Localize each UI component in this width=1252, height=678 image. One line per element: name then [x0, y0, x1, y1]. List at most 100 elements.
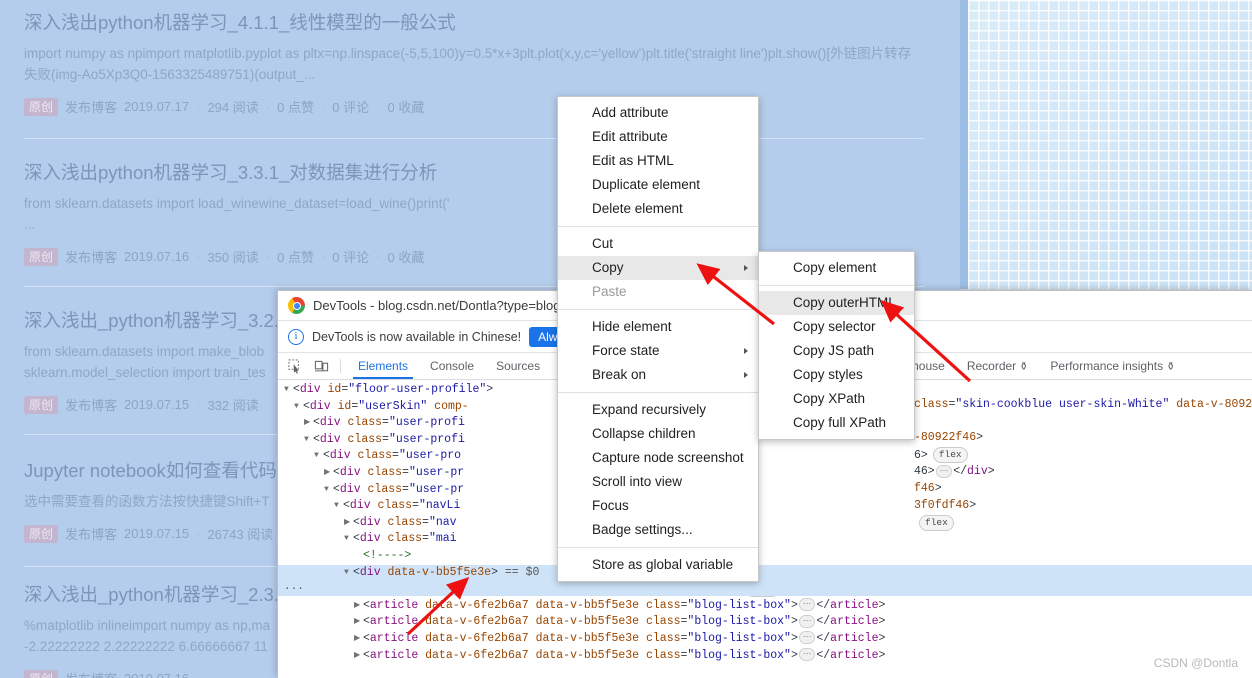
tab-label: Sources — [496, 359, 541, 373]
dom-tree-node[interactable]: <!----> — [278, 548, 1252, 565]
dom-tree-node[interactable]: ▶ <article data-v-6fe2b6a7 data-v-bb5f5e3… — [278, 598, 1252, 615]
tab-label: Console — [430, 359, 475, 373]
dom-tree-node[interactable]: ▼ <div class="mai — [278, 531, 1252, 548]
disclosure-triangle-closed-icon[interactable]: ▶ — [354, 648, 363, 665]
article-description: import numpy as npimport matplotlib.pypl… — [24, 43, 936, 85]
menu-item-add-attribute[interactable]: Add attribute — [558, 101, 758, 125]
menu-item-label: Scroll into view — [592, 474, 683, 489]
menu-item-delete-element[interactable]: Delete element — [558, 197, 758, 221]
meta-separator: · — [196, 397, 201, 412]
article-description-line2: -2.22222222 2.22222222 6.66666667 11 — [24, 639, 268, 654]
menu-item-edit-attribute[interactable]: Edit attribute — [558, 125, 758, 149]
menu-item-break-on[interactable]: Break on — [558, 363, 758, 387]
publish-date: 2019.07.17 — [124, 99, 190, 114]
tab-console[interactable]: Console — [419, 353, 485, 379]
tab-elements[interactable]: Elements — [347, 353, 419, 379]
submenu-item-copy-element[interactable]: Copy element — [759, 256, 914, 280]
dom-tree-node[interactable]: ▶ <article data-v-6fe2b6a7 data-v-bb5f5e3… — [278, 648, 1252, 665]
publish-label: 发布博客 — [65, 250, 118, 265]
read-count: 350 阅读 — [207, 250, 259, 265]
meta-separator: · — [376, 99, 381, 114]
disclosure-triangle-closed-icon[interactable]: ▶ — [354, 598, 363, 615]
tab-sources[interactable]: Sources — [485, 353, 551, 379]
submenu-item-copy-selector[interactable]: Copy selector — [759, 315, 914, 339]
dom-tree-node[interactable]: ▼ <div class="user-pr — [278, 482, 1252, 499]
menu-item-cut[interactable]: Cut — [558, 232, 758, 256]
dom-tree-node[interactable]: ▼ <div class="navLi — [278, 498, 1252, 515]
blog-article[interactable]: 深入浅出python机器学习_4.1.1_线性模型的一般公式 import nu… — [0, 10, 960, 116]
menu-item-label: Copy styles — [793, 367, 863, 382]
menu-item-collapse-children[interactable]: Collapse children — [558, 422, 758, 446]
toolbar-divider — [340, 359, 341, 373]
tab-recorder[interactable]: Recorder ⚱ — [956, 353, 1040, 379]
dom-tree-node[interactable]: ▶ <article data-v-6fe2b6a7 data-v-bb5f5e3… — [278, 614, 1252, 631]
menu-item-hide-element[interactable]: Hide element — [558, 315, 758, 339]
menu-item-focus[interactable]: Focus — [558, 494, 758, 518]
meta-separator: · — [196, 249, 201, 264]
submenu-item-copy-outerhtml[interactable]: Copy outerHTML — [759, 291, 914, 315]
disclosure-triangle-closed-icon[interactable]: ▶ — [304, 415, 313, 432]
tab-performance-insights[interactable]: Performance insights ⚱ — [1039, 353, 1186, 379]
menu-item-expand-recursively[interactable]: Expand recursively — [558, 398, 758, 422]
submenu-item-copy-xpath[interactable]: Copy XPath — [759, 387, 914, 411]
submenu-item-copy-styles[interactable]: Copy styles — [759, 363, 914, 387]
read-count: 294 阅读 — [207, 100, 259, 115]
element-context-menu[interactable]: Add attribute Edit attribute Edit as HTML D… — [557, 96, 759, 582]
read-count: 26743 阅读 — [207, 527, 274, 542]
disclosure-triangle-open-icon[interactable]: ▼ — [304, 432, 313, 449]
article-title[interactable]: 深入浅出python机器学习_4.1.1_线性模型的一般公式 — [24, 10, 936, 36]
dom-tree-node[interactable]: ▼ <div class="user-pro — [278, 448, 1252, 465]
original-badge: 原创 — [24, 247, 59, 266]
publish-label: 发布博客 — [65, 398, 118, 413]
disclosure-triangle-closed-icon[interactable]: ▶ — [344, 515, 353, 532]
tab-label: Performance insights — [1050, 359, 1164, 373]
menu-item-store-as-global-variable[interactable]: Store as global variable — [558, 553, 758, 577]
menu-separator — [759, 285, 914, 286]
menu-item-label: Copy XPath — [793, 391, 866, 406]
disclosure-triangle-open-icon[interactable]: ▼ — [314, 448, 323, 465]
menu-item-edit-as-html[interactable]: Edit as HTML — [558, 149, 758, 173]
disclosure-triangle-open-icon[interactable]: ▼ — [334, 498, 343, 515]
publish-label: 发布博客 — [65, 669, 117, 678]
menu-item-label: Paste — [592, 284, 627, 299]
desktop-edge-strip — [960, 0, 968, 289]
menu-item-label: Badge settings... — [592, 522, 693, 537]
info-icon: i — [288, 328, 304, 345]
menu-item-duplicate-element[interactable]: Duplicate element — [558, 173, 758, 197]
disclosure-triangle-closed-icon[interactable]: ▶ — [354, 614, 363, 631]
dom-tree-fragment: -80922f46> — [914, 431, 984, 444]
menu-item-copy[interactable]: Copy — [558, 256, 758, 280]
disclosure-triangle-closed-icon[interactable]: ▶ — [324, 465, 333, 482]
disclosure-triangle-open-icon[interactable]: ▼ — [294, 399, 303, 416]
menu-item-force-state[interactable]: Force state — [558, 339, 758, 363]
submenu-item-copy-js-path[interactable]: Copy JS path — [759, 339, 914, 363]
menu-item-scroll-into-view[interactable]: Scroll into view — [558, 470, 758, 494]
menu-item-capture-node-screenshot[interactable]: Capture node screenshot — [558, 446, 758, 470]
breadcrumb-overflow[interactable]: ... — [278, 579, 1252, 596]
dom-tree-node[interactable]: ▶ <article data-v-6fe2b6a7 data-v-bb5f5e3… — [278, 631, 1252, 648]
disclosure-triangle-open-icon[interactable]: ▼ — [344, 531, 353, 548]
like-count: 0 点赞 — [277, 250, 314, 265]
device-toolbar-icon[interactable] — [308, 353, 334, 379]
inspect-element-icon[interactable] — [282, 353, 308, 379]
submenu-item-copy-full-xpath[interactable]: Copy full XPath — [759, 411, 914, 435]
dom-tree-node[interactable]: ▶ <div class="nav — [278, 515, 1252, 532]
menu-item-label: Copy full XPath — [793, 415, 887, 430]
original-badge: 原创 — [24, 395, 59, 414]
beaker-icon: ⚱ — [1166, 360, 1176, 373]
desktop-wallpaper-grid — [968, 0, 1252, 289]
disclosure-triangle-closed-icon[interactable]: ▶ — [354, 631, 363, 648]
copy-submenu[interactable]: Copy element Copy outerHTML Copy selector C… — [758, 251, 915, 440]
article-title[interactable]: 深入浅出python机器学习_3.3.1_对数据集进行分析 — [24, 160, 936, 186]
menu-item-label: Expand recursively — [592, 402, 707, 417]
menu-item-badge-settings[interactable]: Badge settings... — [558, 518, 758, 542]
devtools-window-title: DevTools - blog.csdn.net/Dontla?type=blo… — [313, 298, 561, 313]
disclosure-triangle-open-icon[interactable]: ▼ — [284, 382, 293, 399]
menu-item-label: Copy outerHTML — [793, 295, 896, 310]
original-badge: 原创 — [24, 669, 59, 678]
publish-date: 2019.07.16 — [124, 671, 189, 678]
disclosure-triangle-open-icon[interactable]: ▼ — [324, 482, 333, 499]
article-description-line1: %matplotlib inlineimport numpy as np,ma — [24, 618, 271, 633]
dom-tree-node[interactable]: ▶ <div class="user-pr — [278, 465, 1252, 482]
meta-separator: · — [196, 526, 201, 541]
